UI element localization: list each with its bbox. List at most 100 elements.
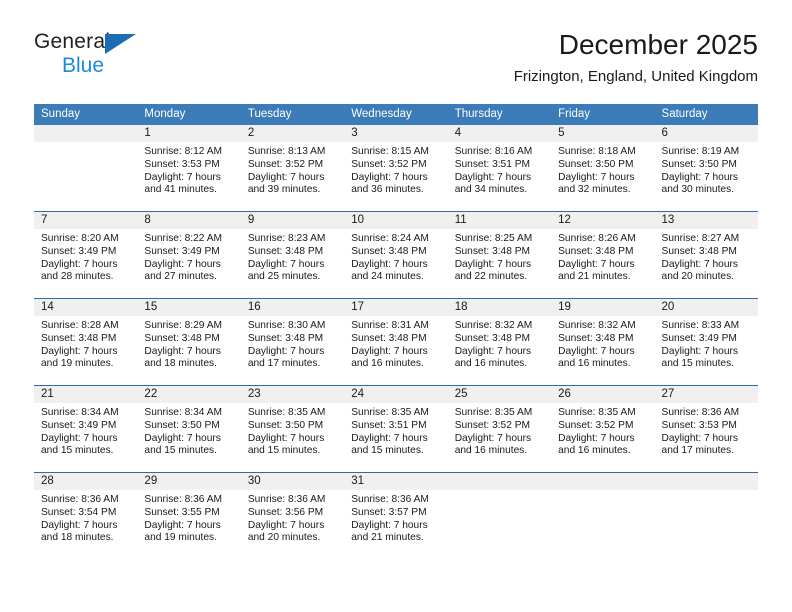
sunrise-text: Sunrise: 8:35 AM	[454, 407, 533, 418]
sunset-text: Sunset: 3:52 PM	[351, 158, 427, 170]
day-number: 28	[34, 473, 138, 490]
calendar-day-cell[interactable]: 20 Sunrise: 8:33 AM Sunset: 3:49 PM Dayligh…	[654, 299, 758, 385]
sunrise-text: Sunrise: 8:20 AM	[41, 233, 119, 244]
day-details: Sunrise: 8:36 AM Sunset: 3:54 PM Daylight:…	[34, 490, 137, 545]
calendar-day-cell[interactable]: 29 Sunrise: 8:36 AM Sunset: 3:55 PM Dayligh…	[137, 473, 241, 559]
sunrise-text: Sunrise: 8:23 AM	[247, 233, 326, 244]
day-number: 27	[654, 386, 758, 403]
calendar-day-cell[interactable]: 7 Sunrise: 8:20 AM Sunset: 3:49 PM Daylight…	[34, 212, 138, 298]
sunset-text: Sunset: 3:50 PM	[247, 419, 324, 431]
day-details: Sunrise: 8:31 AM Sunset: 3:48 PM Daylight:…	[344, 316, 447, 371]
sunrise-text: Sunrise: 8:13 AM	[247, 146, 326, 157]
calendar-week-row: 14 Sunrise: 8:28 AM Sunset: 3:48 PM Dayligh…	[34, 298, 758, 385]
daylight-text-line1: Daylight: 7 hours	[247, 432, 325, 444]
day-number: 10	[344, 212, 448, 229]
calendar-day-cell[interactable]: 27 Sunrise: 8:36 AM Sunset: 3:53 PM Dayligh…	[654, 386, 758, 472]
day-number: 21	[34, 386, 138, 403]
day-details: Sunrise: 8:16 AM Sunset: 3:51 PM Daylight:…	[448, 142, 551, 197]
daylight-text-line1: Daylight: 7 hours	[558, 432, 635, 444]
daylight-text-line1: Daylight: 7 hours	[41, 258, 118, 270]
calendar-day-cell[interactable]: 8 Sunrise: 8:22 AM Sunset: 3:49 PM Daylight…	[137, 212, 241, 298]
blue-triangle-flag-icon	[105, 34, 136, 54]
daylight-text-line2: and 32 minutes.	[558, 184, 631, 196]
day-number: 25	[447, 386, 552, 403]
calendar-day-cell[interactable]: 21 Sunrise: 8:34 AM Sunset: 3:49 PM Dayligh…	[34, 386, 138, 472]
day-number: 8	[137, 212, 241, 229]
logo-general-blue[interactable]: General Blue	[34, 30, 264, 88]
daylight-text-line2: and 18 minutes.	[144, 358, 217, 370]
calendar-day-cell[interactable]: 11 Sunrise: 8:25 AM Sunset: 3:48 PM Dayligh…	[447, 212, 552, 298]
weekday-header-sunday: Sunday	[41, 108, 81, 120]
day-number: 4	[447, 125, 552, 142]
day-details	[34, 142, 137, 146]
calendar-day-cell[interactable]: 18 Sunrise: 8:32 AM Sunset: 3:48 PM Dayligh…	[447, 299, 552, 385]
day-number: 18	[447, 299, 552, 316]
daylight-text-line1: Daylight: 7 hours	[41, 432, 118, 444]
daylight-text-line1: Daylight: 7 hours	[41, 345, 118, 357]
sunset-text: Sunset: 3:48 PM	[454, 332, 531, 344]
day-number: 13	[654, 212, 758, 229]
week-cells: 28 Sunrise: 8:36 AM Sunset: 3:54 PM Dayligh…	[34, 473, 758, 559]
calendar-day-cell[interactable]: 28 Sunrise: 8:36 AM Sunset: 3:54 PM Dayligh…	[34, 473, 138, 559]
calendar-day-cell-empty	[447, 473, 552, 559]
sunset-text: Sunset: 3:48 PM	[144, 332, 220, 344]
calendar-day-cell[interactable]: 6 Sunrise: 8:19 AM Sunset: 3:50 PM Daylight…	[654, 125, 758, 211]
calendar-day-cell[interactable]: 25 Sunrise: 8:35 AM Sunset: 3:52 PM Dayligh…	[447, 386, 552, 472]
calendar-day-cell[interactable]: 31 Sunrise: 8:36 AM Sunset: 3:57 PM Dayligh…	[344, 473, 448, 559]
day-details: Sunrise: 8:13 AM Sunset: 3:52 PM Daylight:…	[241, 142, 344, 197]
daylight-text-line2: and 17 minutes.	[661, 445, 735, 457]
calendar-day-cell[interactable]: 19 Sunrise: 8:32 AM Sunset: 3:48 PM Dayligh…	[551, 299, 655, 385]
calendar-day-cell[interactable]: 13 Sunrise: 8:27 AM Sunset: 3:48 PM Dayligh…	[654, 212, 758, 298]
day-number: 23	[240, 386, 345, 403]
day-details: Sunrise: 8:20 AM Sunset: 3:49 PM Daylight:…	[34, 229, 137, 284]
sunrise-text: Sunrise: 8:35 AM	[351, 407, 429, 418]
day-number: 29	[137, 473, 241, 490]
calendar-day-cell[interactable]: 26 Sunrise: 8:35 AM Sunset: 3:52 PM Dayligh…	[551, 386, 655, 472]
calendar-day-cell[interactable]: 2 Sunrise: 8:13 AM Sunset: 3:52 PM Daylight…	[240, 125, 345, 211]
daylight-text-line1: Daylight: 7 hours	[247, 258, 325, 270]
day-number: 17	[344, 299, 448, 316]
calendar-day-cell[interactable]: 24 Sunrise: 8:35 AM Sunset: 3:51 PM Dayligh…	[344, 386, 448, 472]
daylight-text-line2: and 18 minutes.	[41, 532, 114, 544]
daylight-text-line1: Daylight: 7 hours	[661, 432, 738, 444]
day-details: Sunrise: 8:33 AM Sunset: 3:49 PM Daylight:…	[655, 316, 758, 371]
daylight-text-line2: and 21 minutes.	[351, 532, 424, 544]
day-details: Sunrise: 8:35 AM Sunset: 3:52 PM Daylight:…	[448, 403, 551, 458]
calendar-day-cell[interactable]: 10 Sunrise: 8:24 AM Sunset: 3:48 PM Dayligh…	[344, 212, 448, 298]
day-number	[654, 473, 758, 490]
sunrise-text: Sunrise: 8:32 AM	[454, 320, 533, 331]
calendar-day-cell[interactable]: 12 Sunrise: 8:26 AM Sunset: 3:48 PM Dayligh…	[551, 212, 655, 298]
day-number: 11	[447, 212, 552, 229]
day-details	[655, 490, 758, 494]
sunset-text: Sunset: 3:50 PM	[661, 158, 737, 170]
daylight-text-line1: Daylight: 7 hours	[558, 171, 635, 183]
sunset-text: Sunset: 3:49 PM	[41, 245, 117, 257]
calendar-day-cell[interactable]: 9 Sunrise: 8:23 AM Sunset: 3:48 PM Daylight…	[240, 212, 345, 298]
calendar-day-cell[interactable]: 15 Sunrise: 8:29 AM Sunset: 3:48 PM Dayligh…	[137, 299, 241, 385]
calendar-page: General Blue December 2025 Frizington, E…	[0, 0, 792, 612]
sunrise-text: Sunrise: 8:35 AM	[558, 407, 636, 418]
daylight-text-line2: and 21 minutes.	[558, 271, 631, 283]
calendar-day-cell[interactable]: 1 Sunrise: 8:12 AM Sunset: 3:53 PM Daylight…	[137, 125, 241, 211]
day-details: Sunrise: 8:36 AM Sunset: 3:57 PM Daylight:…	[344, 490, 447, 545]
calendar-day-cell[interactable]: 23 Sunrise: 8:35 AM Sunset: 3:50 PM Dayligh…	[240, 386, 345, 472]
daylight-text-line2: and 15 minutes.	[144, 445, 217, 457]
calendar-day-cell[interactable]: 17 Sunrise: 8:31 AM Sunset: 3:48 PM Dayligh…	[344, 299, 448, 385]
calendar-day-cell[interactable]: 4 Sunrise: 8:16 AM Sunset: 3:51 PM Daylight…	[447, 125, 552, 211]
calendar-day-cell[interactable]: 5 Sunrise: 8:18 AM Sunset: 3:50 PM Daylight…	[551, 125, 655, 211]
calendar-week-row: 1 Sunrise: 8:12 AM Sunset: 3:53 PM Daylight…	[34, 125, 758, 211]
sunset-text: Sunset: 3:48 PM	[351, 245, 427, 257]
day-details: Sunrise: 8:23 AM Sunset: 3:48 PM Daylight:…	[241, 229, 344, 284]
calendar-day-cell[interactable]: 3 Sunrise: 8:15 AM Sunset: 3:52 PM Daylight…	[344, 125, 448, 211]
daylight-text-line2: and 16 minutes.	[454, 358, 528, 370]
calendar-day-cell[interactable]: 14 Sunrise: 8:28 AM Sunset: 3:48 PM Dayligh…	[34, 299, 138, 385]
day-number: 12	[551, 212, 655, 229]
sunrise-text: Sunrise: 8:19 AM	[661, 146, 740, 157]
daylight-text-line2: and 15 minutes.	[247, 445, 321, 457]
calendar-day-cell[interactable]: 30 Sunrise: 8:36 AM Sunset: 3:56 PM Dayligh…	[240, 473, 345, 559]
day-details	[551, 490, 654, 494]
calendar-day-cell[interactable]: 22 Sunrise: 8:34 AM Sunset: 3:50 PM Dayligh…	[137, 386, 241, 472]
day-number: 7	[34, 212, 138, 229]
sunrise-text: Sunrise: 8:28 AM	[41, 320, 119, 331]
calendar-day-cell[interactable]: 16 Sunrise: 8:30 AM Sunset: 3:48 PM Dayligh…	[240, 299, 345, 385]
